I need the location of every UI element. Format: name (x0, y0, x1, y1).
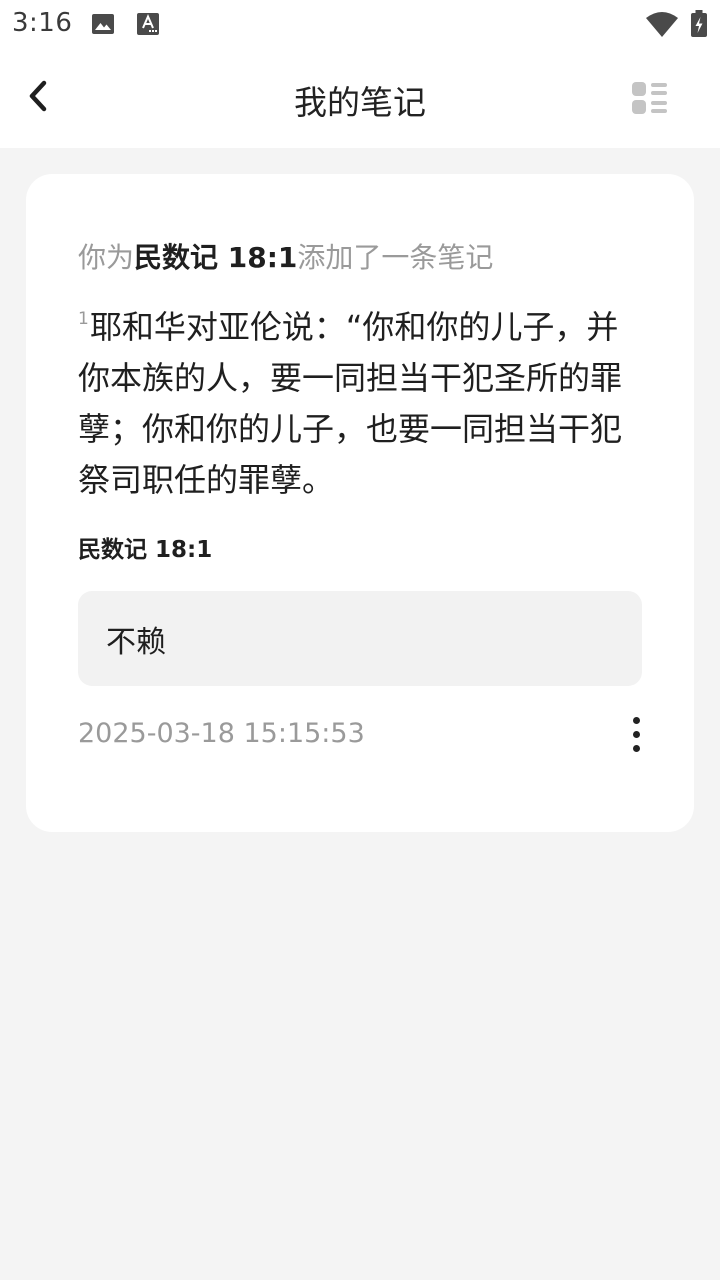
note-header-suffix: 添加了一条笔记 (297, 241, 494, 274)
verse-reference: 民数记 18:1 (78, 537, 213, 563)
note-timestamp: 2025-03-18 15:15:53 (78, 718, 365, 749)
list-view-icon (631, 80, 669, 120)
more-options-button[interactable] (612, 706, 660, 762)
note-header: 你为民数记 18:1添加了一条笔记 (78, 236, 648, 276)
status-bar: 3:16 (0, 0, 720, 48)
note-header-prefix: 你为 (78, 241, 135, 274)
note-header-reference[interactable]: 民数记 18:1 (134, 241, 297, 274)
image-icon (91, 12, 115, 40)
note-body: 不赖 (78, 591, 642, 686)
note-card[interactable]: 你为民数记 18:1添加了一条笔记 1耶和华对亚伦说：“你和你的儿子，并你本族的… (26, 174, 694, 832)
wifi-icon (645, 12, 679, 42)
app-bar: 我的笔记 (0, 48, 720, 148)
more-vertical-icon (632, 713, 640, 755)
status-time: 3:16 (12, 8, 73, 38)
layout-toggle-button[interactable] (624, 74, 676, 126)
font-icon (136, 12, 160, 40)
verse-number: 1 (78, 309, 89, 329)
page-title: 我的笔记 (294, 83, 426, 122)
verse-content: 耶和华对亚伦说：“你和你的儿子，并你本族的人，要一同担当干犯圣所的罪孽；你和你的… (78, 308, 623, 499)
battery-charging-icon (690, 10, 708, 42)
verse-text: 1耶和华对亚伦说：“你和你的儿子，并你本族的人，要一同担当干犯圣所的罪孽；你和你… (78, 302, 638, 506)
note-body-text: 不赖 (106, 624, 166, 660)
